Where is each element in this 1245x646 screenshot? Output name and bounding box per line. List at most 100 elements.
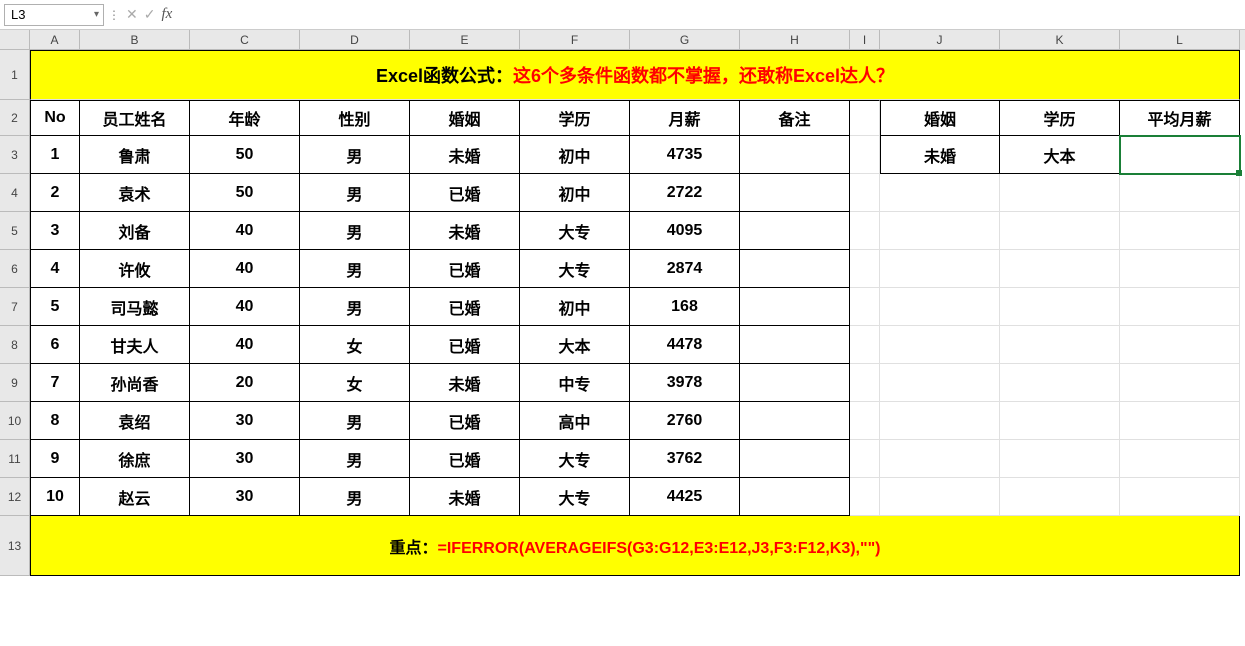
data-cell-r10-c7[interactable] (740, 402, 850, 440)
side-value-0[interactable]: 未婚 (880, 136, 1000, 174)
cell-L9[interactable] (1120, 364, 1240, 402)
data-cell-r6-c0[interactable]: 4 (30, 250, 80, 288)
cell-J11[interactable] (880, 440, 1000, 478)
side-header-1[interactable]: 学历 (1000, 100, 1120, 136)
cell-J5[interactable] (880, 212, 1000, 250)
data-cell-r4-c2[interactable]: 50 (190, 174, 300, 212)
data-cell-r10-c4[interactable]: 已婚 (410, 402, 520, 440)
cell-I3[interactable] (850, 136, 880, 174)
data-cell-r11-c4[interactable]: 已婚 (410, 440, 520, 478)
data-cell-r10-c3[interactable]: 男 (300, 402, 410, 440)
data-cell-r9-c3[interactable]: 女 (300, 364, 410, 402)
cancel-icon[interactable]: ✕ (126, 6, 138, 23)
cell-I6[interactable] (850, 250, 880, 288)
row-header-6[interactable]: 6 (0, 250, 30, 288)
data-cell-r5-c6[interactable]: 4095 (630, 212, 740, 250)
data-cell-r5-c0[interactable]: 3 (30, 212, 80, 250)
data-cell-r11-c1[interactable]: 徐庶 (80, 440, 190, 478)
cell-L11[interactable] (1120, 440, 1240, 478)
data-cell-r8-c5[interactable]: 大本 (520, 326, 630, 364)
data-cell-r9-c0[interactable]: 7 (30, 364, 80, 402)
cell-L6[interactable] (1120, 250, 1240, 288)
data-cell-r11-c0[interactable]: 9 (30, 440, 80, 478)
main-header-5[interactable]: 学历 (520, 100, 630, 136)
data-cell-r11-c5[interactable]: 大专 (520, 440, 630, 478)
data-cell-r8-c6[interactable]: 4478 (630, 326, 740, 364)
data-cell-r4-c1[interactable]: 袁术 (80, 174, 190, 212)
cell-K12[interactable] (1000, 478, 1120, 516)
col-header-I[interactable]: I (850, 30, 880, 50)
cell-L5[interactable] (1120, 212, 1240, 250)
col-header-J[interactable]: J (880, 30, 1000, 50)
data-cell-r12-c0[interactable]: 10 (30, 478, 80, 516)
data-cell-r6-c5[interactable]: 大专 (520, 250, 630, 288)
side-header-2[interactable]: 平均月薪 (1120, 100, 1240, 136)
row-header-2[interactable]: 2 (0, 100, 30, 136)
data-cell-r5-c5[interactable]: 大专 (520, 212, 630, 250)
data-cell-r5-c4[interactable]: 未婚 (410, 212, 520, 250)
row-header-11[interactable]: 11 (0, 440, 30, 478)
data-cell-r7-c5[interactable]: 初中 (520, 288, 630, 326)
data-cell-r9-c7[interactable] (740, 364, 850, 402)
data-cell-r8-c4[interactable]: 已婚 (410, 326, 520, 364)
cell-K11[interactable] (1000, 440, 1120, 478)
data-cell-r8-c3[interactable]: 女 (300, 326, 410, 364)
data-cell-r11-c7[interactable] (740, 440, 850, 478)
main-header-2[interactable]: 年龄 (190, 100, 300, 136)
data-cell-r9-c4[interactable]: 未婚 (410, 364, 520, 402)
data-cell-r4-c6[interactable]: 2722 (630, 174, 740, 212)
cell-K10[interactable] (1000, 402, 1120, 440)
row-header-1[interactable]: 1 (0, 50, 30, 100)
data-cell-r3-c3[interactable]: 男 (300, 136, 410, 174)
data-cell-r7-c6[interactable]: 168 (630, 288, 740, 326)
col-header-L[interactable]: L (1120, 30, 1240, 50)
main-header-4[interactable]: 婚姻 (410, 100, 520, 136)
data-cell-r10-c6[interactable]: 2760 (630, 402, 740, 440)
col-header-B[interactable]: B (80, 30, 190, 50)
data-cell-r5-c2[interactable]: 40 (190, 212, 300, 250)
row-header-7[interactable]: 7 (0, 288, 30, 326)
col-header-K[interactable]: K (1000, 30, 1120, 50)
cell-J8[interactable] (880, 326, 1000, 364)
cell-J4[interactable] (880, 174, 1000, 212)
side-header-0[interactable]: 婚姻 (880, 100, 1000, 136)
row-header-13[interactable]: 13 (0, 516, 30, 576)
data-cell-r8-c0[interactable]: 6 (30, 326, 80, 364)
confirm-icon[interactable]: ✓ (144, 6, 156, 23)
side-value-1[interactable]: 大本 (1000, 136, 1120, 174)
main-header-3[interactable]: 性别 (300, 100, 410, 136)
data-cell-r11-c2[interactable]: 30 (190, 440, 300, 478)
col-header-C[interactable]: C (190, 30, 300, 50)
cell-J9[interactable] (880, 364, 1000, 402)
data-cell-r11-c6[interactable]: 3762 (630, 440, 740, 478)
data-cell-r7-c0[interactable]: 5 (30, 288, 80, 326)
data-cell-r6-c1[interactable]: 许攸 (80, 250, 190, 288)
data-cell-r10-c0[interactable]: 8 (30, 402, 80, 440)
title-cell[interactable]: Excel函数公式：这6个多条件函数都不掌握，还敢称Excel达人？ (30, 50, 1240, 100)
data-cell-r12-c3[interactable]: 男 (300, 478, 410, 516)
data-cell-r4-c0[interactable]: 2 (30, 174, 80, 212)
data-cell-r6-c7[interactable] (740, 250, 850, 288)
cell-J6[interactable] (880, 250, 1000, 288)
col-header-E[interactable]: E (410, 30, 520, 50)
cell-I5[interactable] (850, 212, 880, 250)
row-header-10[interactable]: 10 (0, 402, 30, 440)
cell-K4[interactable] (1000, 174, 1120, 212)
footer-cell[interactable]: 重点：=IFERROR(AVERAGEIFS(G3:G12,E3:E12,J3,… (30, 516, 1240, 576)
row-header-9[interactable]: 9 (0, 364, 30, 402)
data-cell-r4-c5[interactable]: 初中 (520, 174, 630, 212)
cell-L7[interactable] (1120, 288, 1240, 326)
cell-J12[interactable] (880, 478, 1000, 516)
data-cell-r12-c7[interactable] (740, 478, 850, 516)
data-cell-r6-c3[interactable]: 男 (300, 250, 410, 288)
formula-input[interactable] (180, 4, 1241, 26)
main-header-6[interactable]: 月薪 (630, 100, 740, 136)
row-header-8[interactable]: 8 (0, 326, 30, 364)
cell-I2[interactable] (850, 100, 880, 136)
data-cell-r3-c5[interactable]: 初中 (520, 136, 630, 174)
cell-K6[interactable] (1000, 250, 1120, 288)
data-cell-r7-c2[interactable]: 40 (190, 288, 300, 326)
cell-K9[interactable] (1000, 364, 1120, 402)
cell-I7[interactable] (850, 288, 880, 326)
col-header-F[interactable]: F (520, 30, 630, 50)
